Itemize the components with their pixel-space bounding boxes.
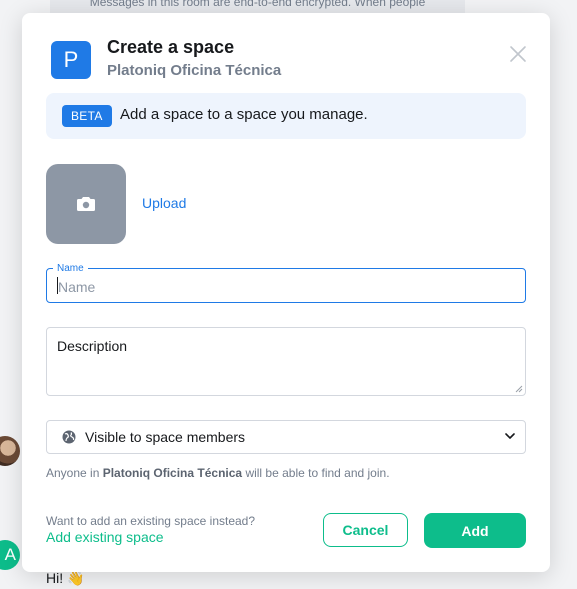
cancel-button[interactable]: Cancel [323, 513, 408, 547]
name-field-label: Name [53, 263, 88, 274]
chevron-down-icon [505, 433, 515, 439]
visibility-selected-value: Visible to space members [85, 429, 246, 445]
description-field[interactable]: Description [46, 327, 526, 396]
resize-grip-icon[interactable] [515, 385, 523, 393]
encryption-banner: Messages in this room are end-to-end enc… [50, 0, 465, 14]
create-space-dialog: P Create a space Platoniq Oficina Técnic… [22, 13, 550, 572]
upload-link[interactable]: Upload [142, 195, 186, 211]
hint-space-name: Platoniq Oficina Técnica [102, 466, 243, 480]
beta-notice: BETA Add a space to a space you manage. [46, 93, 526, 139]
globe-icon [62, 430, 76, 444]
avatar[interactable]: A [0, 540, 20, 570]
hint-prefix: Anyone in [46, 466, 100, 480]
message-body: Hi! [46, 570, 64, 586]
space-avatar: P [51, 41, 91, 79]
avatar-upload-tile[interactable] [46, 164, 126, 244]
beta-notice-text: Add a space to a space you manage. [120, 106, 368, 123]
description-placeholder: Description [57, 338, 128, 354]
dialog-title: Create a space [107, 37, 235, 57]
name-input[interactable] [56, 270, 518, 303]
visibility-select[interactable]: Visible to space members [46, 420, 526, 454]
name-field[interactable] [46, 268, 526, 303]
add-button[interactable]: Add [424, 513, 526, 548]
close-icon[interactable] [508, 44, 528, 64]
visibility-hint: Anyone in Platoniq Oficina Técnica will … [46, 466, 390, 480]
text-caret [57, 277, 58, 294]
parent-space-name: Platoniq Oficina Técnica [107, 62, 282, 79]
wave-emoji: 👋 [67, 570, 85, 586]
close-button[interactable] [508, 44, 528, 64]
add-existing-space-link[interactable]: Add existing space [46, 529, 164, 545]
existing-space-question: Want to add an existing space instead? [46, 514, 256, 528]
camera-icon [77, 197, 95, 211]
avatar[interactable] [0, 436, 20, 466]
hint-suffix: will be able to find and join. [245, 466, 390, 480]
message-text: Hi! 👋 [46, 570, 84, 587]
beta-badge: BETA [62, 105, 112, 127]
